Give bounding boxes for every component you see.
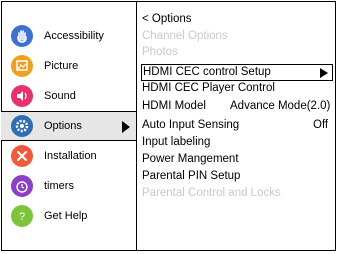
sidebar-item-label: Picture bbox=[44, 60, 79, 72]
menu-item-label: Photos bbox=[142, 46, 178, 58]
menu-item-label: Power Mangement bbox=[142, 153, 239, 165]
sidebar-item-sound[interactable]: Sound bbox=[1, 81, 136, 111]
menu-item-label: Parental Control and Locks bbox=[142, 187, 281, 199]
menu-item-parental-control-and-locks: Parental Control and Locks bbox=[142, 185, 332, 202]
menu-item-photos: Photos bbox=[142, 44, 332, 61]
menu-item-label: Auto Input Sensing bbox=[142, 119, 240, 131]
menu-item-power-management[interactable]: Power Mangement bbox=[142, 151, 332, 168]
sidebar-item-options[interactable]: Options bbox=[1, 111, 136, 141]
sidebar-item-timers[interactable]: timers bbox=[1, 171, 136, 201]
sidebar-item-picture[interactable]: Picture bbox=[1, 51, 136, 81]
speaker-icon bbox=[11, 85, 33, 107]
hand-icon bbox=[11, 25, 33, 47]
sidebar-item-label: Options bbox=[44, 120, 82, 132]
menu-item-value: Advance Mode(2.0) bbox=[230, 100, 331, 112]
sidebar-item-get-help[interactable]: ? Get Help bbox=[1, 201, 136, 231]
menu-item-label: HDMI Model bbox=[142, 100, 206, 112]
sidebar-item-label: Sound bbox=[44, 90, 76, 102]
sidebar-item-label: Installation bbox=[44, 150, 97, 162]
menu-item-channel-options: Channel Options bbox=[142, 28, 332, 45]
menu-item-label: Parental PIN Setup bbox=[142, 170, 241, 182]
menu-item-hdmi-model[interactable]: HDMI Model Advance Mode(2.0) bbox=[142, 98, 332, 115]
sidebar-item-accessibility[interactable]: Accessibility bbox=[1, 21, 136, 51]
sidebar-item-label: Accessibility bbox=[44, 30, 104, 42]
sidebar: Accessibility Picture Sound Options Inst… bbox=[1, 1, 136, 251]
menu-item-label: Channel Options bbox=[142, 30, 228, 42]
tools-icon bbox=[11, 145, 33, 167]
svg-text:?: ? bbox=[19, 211, 25, 223]
chevron-right-icon bbox=[320, 68, 328, 78]
sidebar-item-label: timers bbox=[44, 180, 74, 192]
sidebar-item-installation[interactable]: Installation bbox=[1, 141, 136, 171]
menu-item-label: HDMI CEC Player Control bbox=[142, 82, 275, 94]
menu-item-label: HDMI CEC control Setup bbox=[143, 66, 271, 78]
gear-icon bbox=[11, 115, 33, 137]
chevron-right-icon bbox=[122, 121, 130, 133]
picture-icon bbox=[11, 55, 33, 77]
question-icon: ? bbox=[11, 205, 33, 227]
menu-item-auto-input-sensing[interactable]: Auto Input Sensing Off bbox=[142, 117, 332, 134]
back-button[interactable]: < Options bbox=[142, 11, 332, 28]
clock-icon bbox=[11, 175, 33, 197]
sidebar-item-label: Get Help bbox=[44, 210, 88, 222]
menu-item-input-labeling[interactable]: Input labeling bbox=[142, 134, 332, 151]
panel-divider bbox=[136, 1, 137, 251]
menu-item-label: Input labeling bbox=[142, 136, 211, 148]
menu-item-value: Off bbox=[313, 119, 329, 131]
options-panel: < Options Channel Options Photos HDMI CE… bbox=[141, 1, 337, 251]
menu-item-parental-pin-setup[interactable]: Parental PIN Setup bbox=[142, 168, 332, 185]
menu-item-hdmi-cec-player-control[interactable]: HDMI CEC Player Control bbox=[142, 80, 332, 97]
menu-item-hdmi-cec-control-setup[interactable]: HDMI CEC control Setup bbox=[141, 64, 333, 81]
